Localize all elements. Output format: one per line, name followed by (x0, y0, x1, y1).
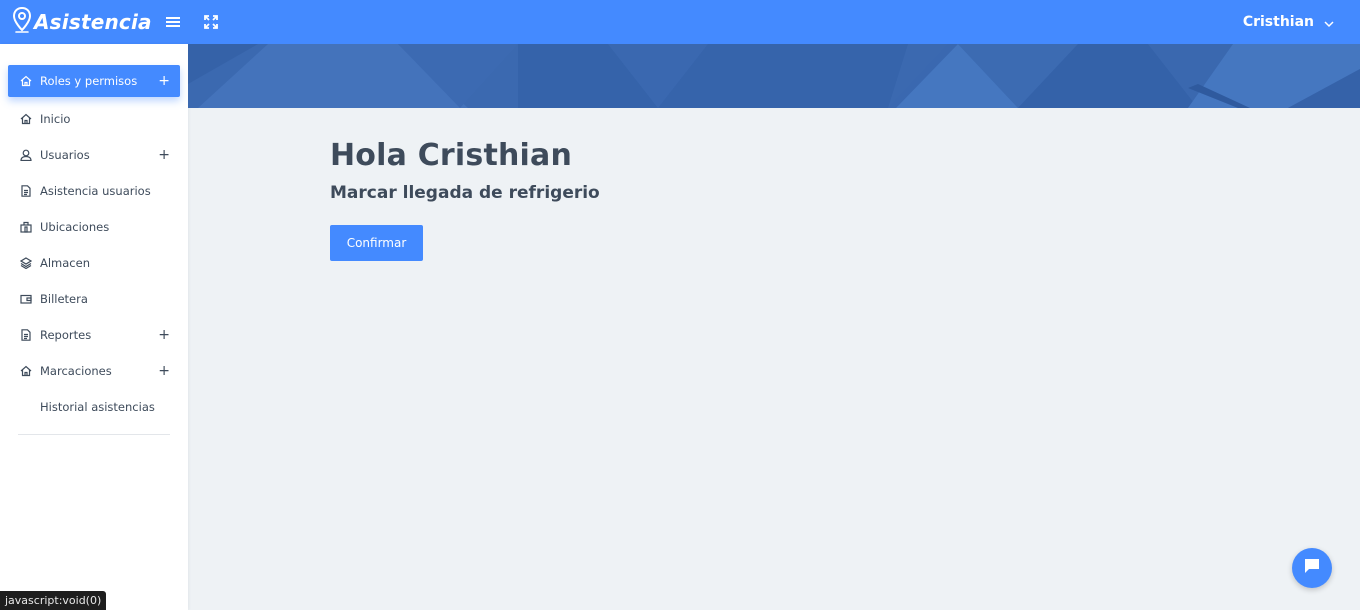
wallet-icon (20, 293, 32, 305)
home-icon (20, 365, 32, 377)
building-icon (20, 221, 32, 233)
page-subtitle: Marcar llegada de refrigerio (330, 183, 600, 203)
brand-logo[interactable]: Asistencia (0, 0, 152, 44)
confirm-button[interactable]: Confirmar (330, 225, 423, 261)
user-name: Cristhian (1242, 14, 1314, 30)
expand-plus-icon[interactable]: + (158, 363, 170, 379)
sidebar-item-inicio[interactable]: Inicio (0, 101, 188, 137)
sidebar-item-reportes[interactable]: Reportes + (0, 317, 188, 353)
expand-plus-icon[interactable]: + (158, 147, 170, 163)
sidebar-divider (18, 434, 170, 435)
sidebar: Roles y permisos + Inicio Usuarios + Asi… (0, 44, 188, 610)
sidebar-item-asistencia-usuarios[interactable]: Asistencia usuarios (0, 173, 188, 209)
sidebar-item-label: Billetera (40, 292, 88, 306)
expand-plus-icon[interactable]: + (158, 327, 170, 343)
hamburger-icon[interactable] (164, 13, 182, 31)
sidebar-item-billetera[interactable]: Billetera (0, 281, 188, 317)
sidebar-nav: Roles y permisos + Inicio Usuarios + Asi… (0, 44, 188, 425)
expand-plus-icon[interactable]: + (158, 73, 170, 89)
page-title: Hola Cristhian (330, 138, 573, 173)
chevron-down-icon (1324, 17, 1334, 28)
chat-button[interactable] (1292, 548, 1332, 588)
sidebar-item-label: Historial asistencias (40, 400, 155, 414)
sidebar-item-almacen[interactable]: Almacen (0, 245, 188, 281)
sidebar-item-roles-y-permisos[interactable]: Roles y permisos + (8, 65, 180, 97)
layers-icon (20, 257, 32, 269)
sidebar-item-label: Inicio (40, 112, 71, 126)
user-icon (20, 149, 32, 161)
top-navbar: Asistencia Cristhian (0, 0, 1360, 44)
sidebar-item-label: Asistencia usuarios (40, 184, 151, 198)
home-icon (20, 113, 32, 125)
sidebar-item-label: Roles y permisos (40, 74, 138, 88)
sidebar-item-label: Reportes (40, 328, 92, 342)
sidebar-item-label: Ubicaciones (40, 220, 110, 234)
sidebar-item-historial-asistencias[interactable]: Historial asistencias (0, 389, 188, 425)
document-icon (20, 185, 32, 197)
banner-pattern (188, 44, 1360, 108)
map-pin-icon (12, 6, 32, 38)
sidebar-item-ubicaciones[interactable]: Ubicaciones (0, 209, 188, 245)
home-icon (20, 75, 32, 87)
browser-status-bar: javascript:void(0) (0, 591, 107, 610)
brand-name: Asistencia (34, 10, 152, 34)
user-menu[interactable]: Cristhian (1243, 0, 1334, 44)
sidebar-item-label: Almacen (40, 256, 90, 270)
expand-icon[interactable] (202, 13, 220, 31)
document-icon (20, 329, 32, 341)
sidebar-item-label: Marcaciones (40, 364, 112, 378)
sidebar-item-usuarios[interactable]: Usuarios + (0, 137, 188, 173)
sidebar-item-marcaciones[interactable]: Marcaciones + (0, 353, 188, 389)
sidebar-item-label: Usuarios (40, 148, 90, 162)
main-content: Hola Cristhian Marcar llegada de refrige… (330, 138, 600, 261)
header-banner (188, 44, 1360, 108)
status-bar-text: javascript:void(0) (5, 594, 102, 607)
chat-icon (1303, 557, 1321, 579)
